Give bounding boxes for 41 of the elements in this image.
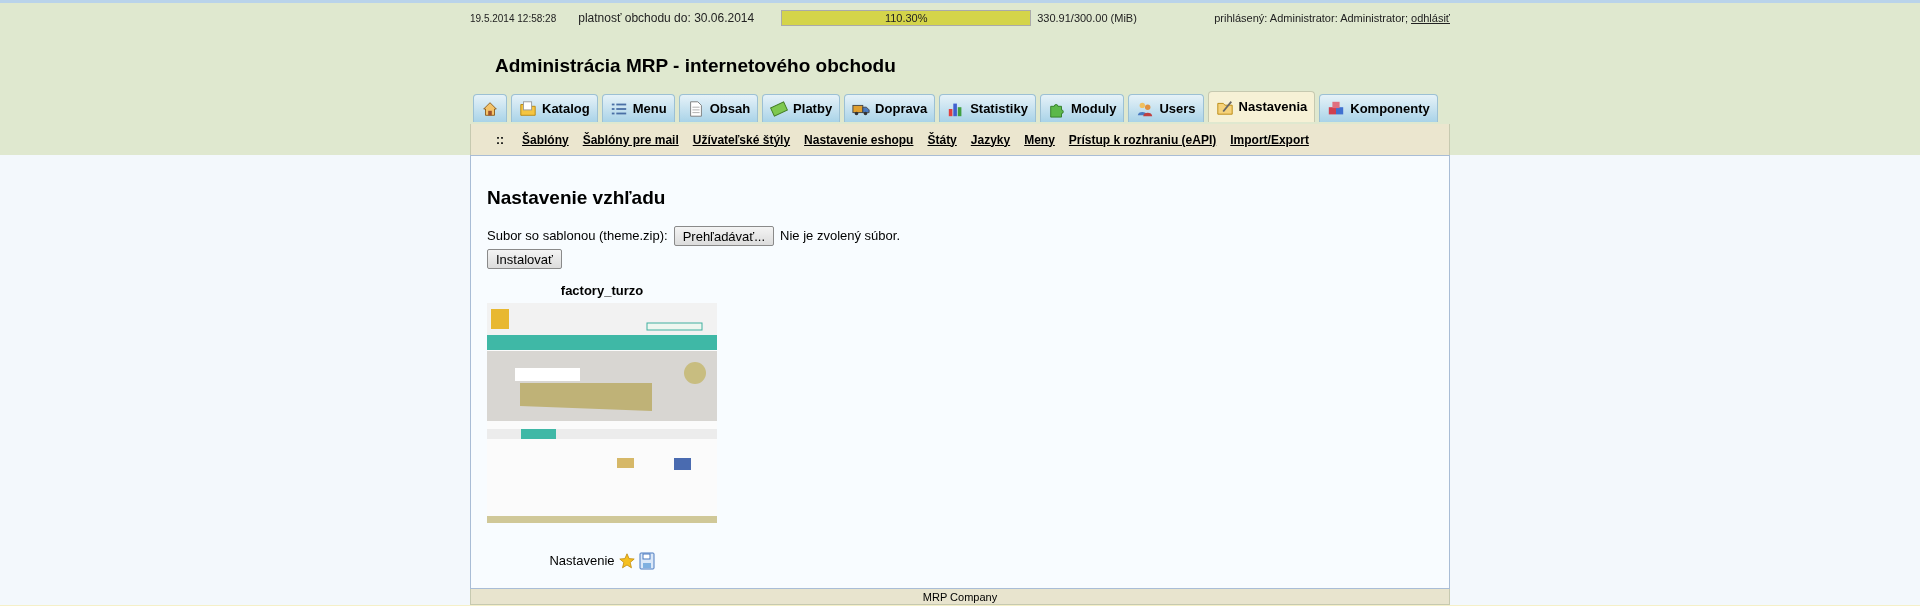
banknote-icon: [770, 99, 789, 118]
browse-button[interactable]: Prehľadávať...: [673, 225, 775, 246]
nav-tab[interactable]: Menu: [601, 94, 675, 122]
menu-marker: ::: [496, 131, 504, 149]
page-title: Administrácia MRP - internetového obchodu: [495, 54, 896, 78]
storage-percent: 110.30%: [884, 11, 928, 25]
file-status: Nie je zvolený súbor.: [780, 226, 900, 245]
date-time: 19.5.2014 12:58:28: [470, 11, 557, 26]
storage-reading: 330.91/300.00 (MiB): [1037, 10, 1137, 26]
submenu-link[interactable]: Šablóny: [522, 130, 569, 149]
submenu-link[interactable]: Jazyky: [970, 130, 1011, 149]
logged-in-user: prihlásený: Administrator: Administrator;: [1214, 10, 1408, 26]
submenu-link[interactable]: Meny: [1024, 130, 1055, 149]
submenu-link[interactable]: Import/Export: [1230, 130, 1309, 149]
submenu-link[interactable]: Nastavenie eshopu: [804, 130, 914, 149]
nav-tab[interactable]: Nastavenia: [1207, 91, 1316, 122]
folder-icon: [1215, 98, 1234, 116]
nav-tab[interactable]: Users: [1128, 94, 1204, 122]
house-icon: [481, 99, 499, 118]
theme-name: factory_turzo: [560, 281, 644, 300]
nav-tab[interactable]: Komponenty: [1319, 94, 1438, 122]
nav-tab[interactable]: Katalog: [511, 94, 598, 122]
nav-tab[interactable]: Statistiky: [939, 94, 1036, 122]
settings-label: Nastavenie: [549, 552, 615, 570]
nav-tab[interactable]: Obsah: [678, 94, 759, 122]
submenu-link[interactable]: Užívateľské štýly: [692, 130, 791, 149]
install-button[interactable]: Instalovať: [487, 248, 562, 269]
submenu-link[interactable]: Prístup k rozhraniu (eAPI): [1068, 130, 1217, 149]
file-label: Subor so sablonou (theme.zip):: [487, 226, 668, 245]
nav-tab[interactable]: Doprava: [844, 94, 936, 122]
nav-tab[interactable]: Platby: [762, 94, 841, 122]
folder-icon: [519, 99, 537, 118]
validity-date: platnosť obchodu do: 30.06.2014: [578, 10, 755, 27]
home-tab[interactable]: [473, 94, 507, 122]
logout-link[interactable]: odhlásiť: [1411, 9, 1450, 27]
section-heading: Nastavenie vzhľadu: [487, 186, 666, 210]
submenu-link[interactable]: Šablóny pre mail: [582, 130, 679, 149]
submenu-link[interactable]: Štáty: [927, 130, 957, 149]
footer-bar: MRP Company: [470, 589, 1450, 605]
nav-tab[interactable]: Moduly: [1039, 94, 1125, 122]
star-icon[interactable]: [618, 552, 635, 569]
